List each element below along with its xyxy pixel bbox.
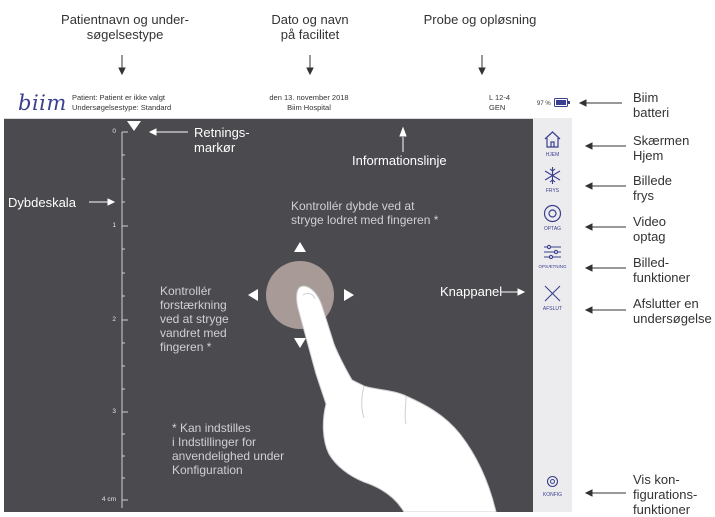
callout-exit: Afslutter en undersøgelse [633, 296, 712, 326]
callout-freeze: Billede frys [633, 173, 673, 203]
callout-image-functions: Billed- funktioner [633, 255, 691, 285]
callout-video: Video optag [633, 214, 667, 244]
callout-home: Skærmen Hjem [633, 133, 690, 163]
callout-config: Vis kon- figurations- funktioner [633, 472, 698, 517]
callout-arrows-right [578, 99, 626, 497]
callout-battery: Biim batteri [633, 90, 670, 120]
